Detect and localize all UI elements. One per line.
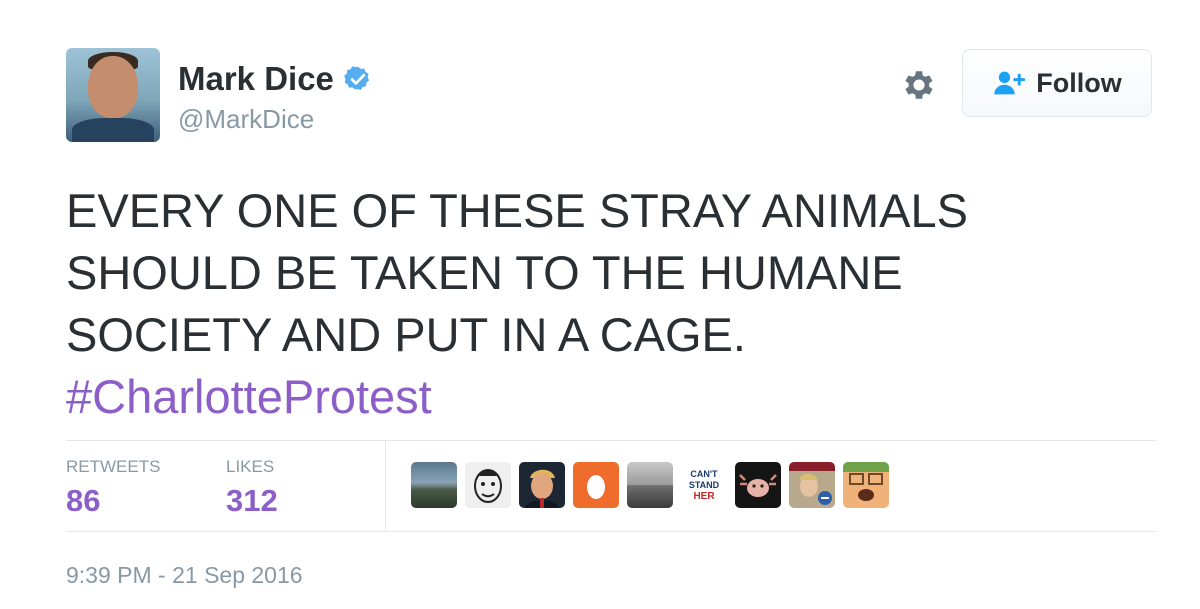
tweet-line: SHOULD BE TAKEN TO THE HUMANE <box>66 246 903 299</box>
cant-label: CAN'T <box>690 468 718 479</box>
user-display-name-row[interactable]: Mark Dice <box>178 60 372 98</box>
stand-label: STAND <box>688 479 720 490</box>
hashtag-link[interactable]: #CharlotteProtest <box>66 366 1126 428</box>
likes-label: LIKES <box>226 457 275 476</box>
user-avatar[interactable] <box>66 48 160 142</box>
tweet-line: EVERY ONE OF THESE STRAY ANIMALS <box>66 184 968 237</box>
liker-avatar-person[interactable] <box>789 462 835 508</box>
her-label: HER <box>693 490 715 502</box>
follow-label: Follow <box>1036 67 1122 98</box>
liker-avatar-portrait[interactable] <box>519 462 565 508</box>
liker-avatar-egg[interactable] <box>573 462 619 508</box>
stats-vertical-divider <box>385 441 386 531</box>
user-display-name[interactable]: Mark Dice <box>178 60 334 98</box>
liker-avatar-cant-stand-her[interactable]: CAN'T STAND HER <box>681 462 727 508</box>
gear-icon[interactable] <box>900 66 938 104</box>
stats-top-divider <box>66 440 1156 441</box>
liker-avatar-creature[interactable] <box>735 462 781 508</box>
retweets-count[interactable]: 86 <box>66 483 100 519</box>
likes-count[interactable]: 312 <box>226 483 278 519</box>
tweet-text: EVERY ONE OF THESE STRAY ANIMALS SHOULD … <box>66 180 1126 428</box>
retweets-label: RETWEETS <box>66 457 161 476</box>
user-handle[interactable]: @MarkDice <box>178 104 314 135</box>
tweet-line: SOCIETY AND PUT IN A CAGE. <box>66 308 746 361</box>
follow-button[interactable]: Follow <box>962 49 1152 117</box>
liker-avatar-cartoon[interactable] <box>843 462 889 508</box>
likers-facepile: CAN'T STAND HER <box>411 462 889 508</box>
tweet-timestamp[interactable]: 9:39 PM - 21 Sep 2016 <box>66 562 303 589</box>
liker-avatar-landscape[interactable] <box>411 462 457 508</box>
stats-bottom-divider <box>66 531 1156 532</box>
liker-avatar-sketch[interactable] <box>465 462 511 508</box>
add-user-icon <box>994 71 1026 95</box>
liker-avatar-beach[interactable] <box>627 462 673 508</box>
verified-badge-icon <box>344 66 370 90</box>
